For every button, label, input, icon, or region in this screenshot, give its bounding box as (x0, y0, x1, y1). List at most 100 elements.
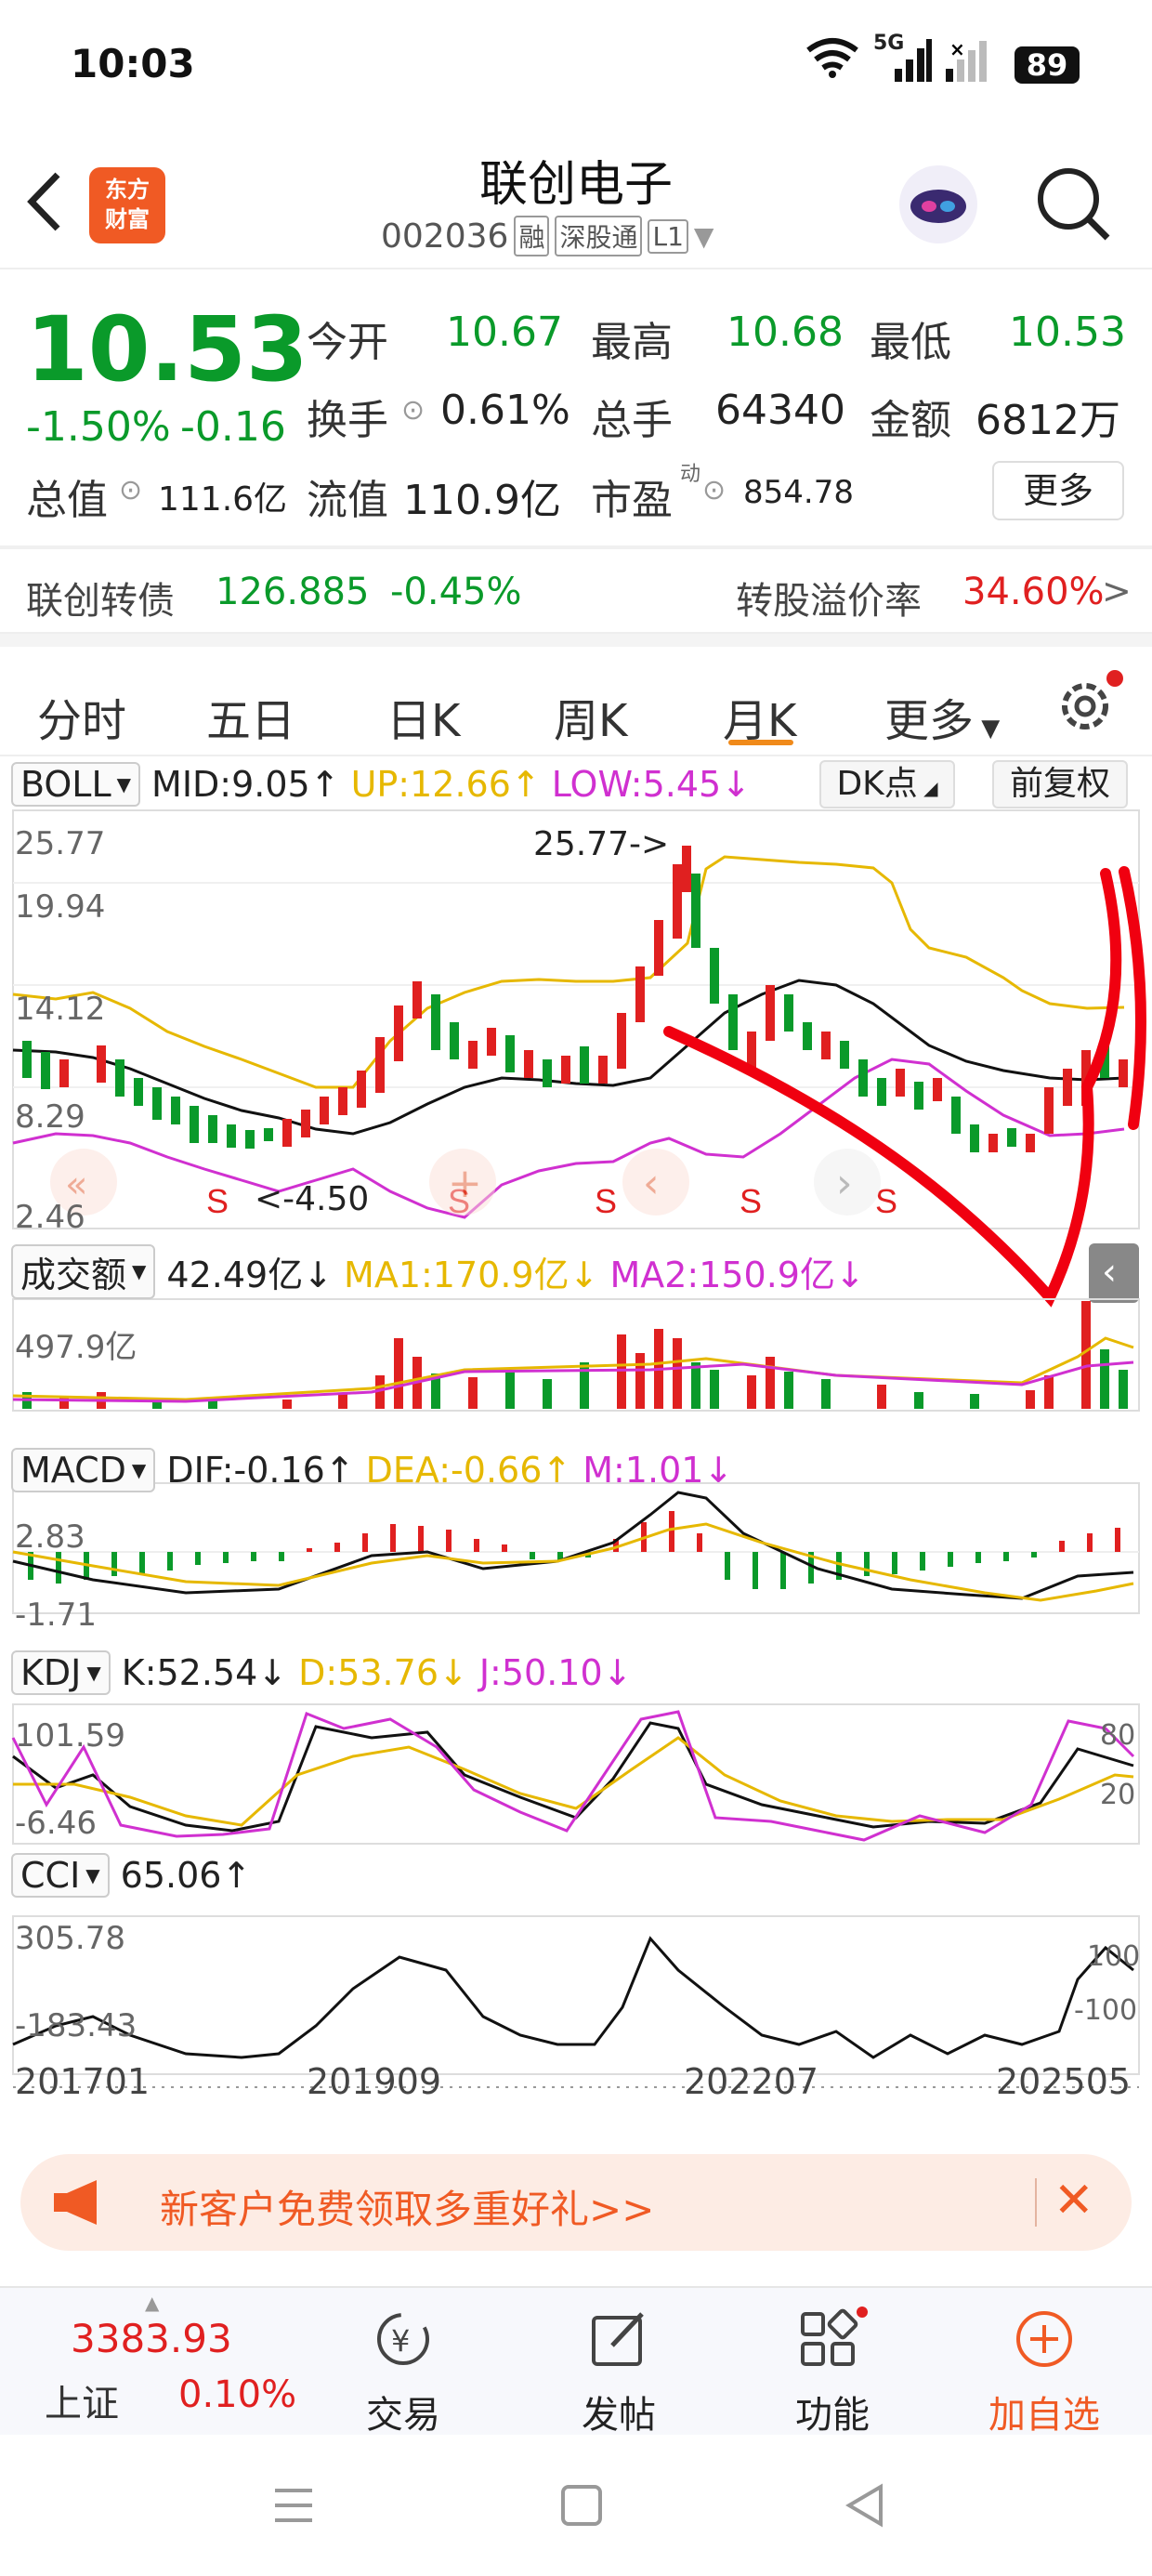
volume-y-label: 497.9亿 (15, 1329, 137, 1366)
clock: 10:03 (71, 41, 195, 86)
search-icon[interactable] (1031, 162, 1115, 245)
chevron-down-icon: ▼ (86, 1662, 101, 1684)
boll-header: BOLL ▼ MID:9.05↑ UP:12.66↑ LOW:5.45↓ (11, 758, 751, 810)
nav-add-label: 加自选 (988, 2394, 1100, 2437)
current-price: 10.53 (26, 297, 308, 401)
nav-post[interactable]: 发帖 (526, 2307, 712, 2438)
index-value[interactable]: 3383.93 (71, 2316, 232, 2361)
nav-trade-label: 交易 (366, 2394, 440, 2437)
adjust-button[interactable]: 前复权 (992, 760, 1128, 808)
nav-function-label: 功能 (795, 2394, 870, 2437)
boll-selector[interactable]: BOLL ▼ (11, 762, 141, 807)
cci-selector[interactable]: CCI ▼ (11, 1853, 110, 1898)
connect-tag: 深股通 (555, 216, 643, 256)
stock-code-row[interactable]: 002036 融 深股通 L1 ▼ (381, 216, 713, 256)
macd-dif: DIF:-0.16↑ (166, 1450, 355, 1491)
x-axis-label: 201909 (307, 2061, 442, 2102)
info-icon: ⊙ (119, 474, 143, 506)
boll-up: UP:12.66↑ (350, 764, 541, 805)
period-tabs: 分时 五日 日K 周K 月K 更多 ▼ (0, 647, 1152, 756)
premium-label: 转股溢价率 (736, 580, 922, 623)
status-bar: 10:03 5G × 89 (0, 0, 1152, 139)
level-tag: L1 (648, 218, 688, 254)
mcap-label: 总值 (26, 477, 108, 524)
robot-assistant-icon[interactable] (892, 158, 985, 251)
dk-point-button[interactable]: DK点 ◢ (819, 760, 955, 808)
kdj-j: J:50.10↓ (478, 1652, 633, 1693)
bottom-nav: ▲ 3383.93 上证 0.10% ¥ 交易 发帖 功能 加自选 (0, 2286, 1152, 2438)
convertible-bond-row[interactable]: 联创转债 126.885 -0.45% 转股溢价率 34.60% > (0, 550, 1152, 634)
boll-y-label: 8.29 (15, 1098, 85, 1136)
home-icon[interactable] (561, 2485, 602, 2526)
quote-panel: 10.53 -1.50% -0.16 今开 10.67 最高 10.68 最低 … (0, 271, 1152, 545)
svg-text:‹: ‹ (643, 1160, 660, 1207)
macd-dea-line (12, 1522, 1134, 1602)
title-bar: 东方 财富 联创电子 002036 融 深股通 L1 ▼ (0, 139, 1152, 269)
grid-icon (801, 2307, 868, 2366)
volume-bars (22, 1301, 1128, 1409)
nav-add-watchlist[interactable]: 加自选 (951, 2307, 1137, 2438)
sell-signal-marker: S (740, 1182, 762, 1220)
macd-selector[interactable]: MACD ▼ (11, 1448, 156, 1492)
tab-more-label: 更多 (884, 695, 975, 747)
mcap-value: 111.6亿 (158, 480, 288, 519)
chevron-right-icon: > (1102, 571, 1132, 611)
tab-daily-k[interactable]: 日K (386, 684, 460, 749)
divider (0, 634, 1152, 647)
tab-intraday[interactable]: 分时 (37, 684, 126, 749)
low-label: 最低 (870, 319, 951, 366)
change-amount: -0.16 (180, 403, 286, 451)
svg-text:›: › (836, 1160, 853, 1207)
kdj-selector[interactable]: KDJ ▼ (11, 1650, 111, 1695)
kdj-ref-20: 20 (1100, 1779, 1136, 1811)
back-nav-icon[interactable] (844, 2483, 886, 2528)
add-circle-icon (1016, 2311, 1072, 2367)
promo-banner[interactable]: 新客户免费领取多重好礼>> ✕ (20, 2154, 1132, 2251)
macd-dea: DEA:-0.66↑ (365, 1450, 572, 1491)
trade-icon: ¥ (377, 2313, 429, 2365)
boll-mid: MID:9.05↑ (151, 764, 340, 805)
settings-icon[interactable] (1054, 665, 1128, 740)
tab-five-day[interactable]: 五日 (206, 684, 295, 749)
index-change[interactable]: 0.10% (178, 2373, 296, 2416)
pe-superscript: 动 (680, 463, 701, 486)
sell-signal-marker: S (595, 1182, 617, 1220)
info-icon: ⊙ (401, 394, 425, 427)
turnover-label: 换手 (307, 397, 388, 444)
corner-icon: ◢ (917, 777, 938, 799)
min-price-label: <-4.50 (255, 1180, 370, 1218)
sell-signal-marker: S (206, 1182, 229, 1220)
info-icon: ⊙ (702, 474, 727, 506)
volume-selector[interactable]: 成交额 ▼ (11, 1243, 156, 1299)
svg-text:‹: ‹ (1102, 1251, 1117, 1294)
edit-icon (592, 2312, 644, 2366)
nav-trade[interactable]: ¥ 交易 (310, 2307, 496, 2438)
macd-histogram (28, 1511, 1120, 1589)
stock-code: 002036 (381, 217, 509, 256)
nav-post-label: 发帖 (582, 2394, 656, 2437)
cci-ref-100: 100 (1087, 1940, 1141, 1973)
menu-icon[interactable] (271, 2485, 316, 2528)
promo-text: 新客户免费领取多重好礼>> (160, 2187, 655, 2232)
nav-function[interactable]: 功能 (740, 2307, 925, 2438)
tab-more[interactable]: 更多 ▼ (884, 684, 1000, 749)
boll-y-label: 2.46 (15, 1199, 85, 1236)
dropdown-icon: ▼ (693, 220, 714, 252)
index-name[interactable]: 上证 (45, 2373, 119, 2427)
close-icon[interactable]: ✕ (1054, 2173, 1094, 2228)
volume-ma1-line (12, 1336, 1134, 1401)
open-value: 10.67 (446, 309, 563, 356)
megaphone-icon (50, 2178, 106, 2227)
chevron-down-icon: ▼ (116, 773, 132, 795)
tab-weekly-k[interactable]: 周K (554, 684, 627, 749)
more-button[interactable]: 更多 (992, 461, 1124, 520)
cci-value: 65.06↑ (120, 1855, 252, 1896)
signal-icon (878, 37, 934, 84)
max-price-label: 25.77-> (533, 825, 670, 863)
macd-m: M:1.01↓ (583, 1450, 734, 1491)
boll-up-line (12, 855, 1125, 1089)
x-axis-label: 202505 (996, 2061, 1132, 2102)
volume-ma1: MA1:170.9亿↓ (344, 1254, 599, 1295)
kdj-header: KDJ ▼ K:52.54↓ D:53.76↓ J:50.10↓ (11, 1647, 632, 1699)
caret-up-icon: ▲ (145, 2292, 160, 2314)
